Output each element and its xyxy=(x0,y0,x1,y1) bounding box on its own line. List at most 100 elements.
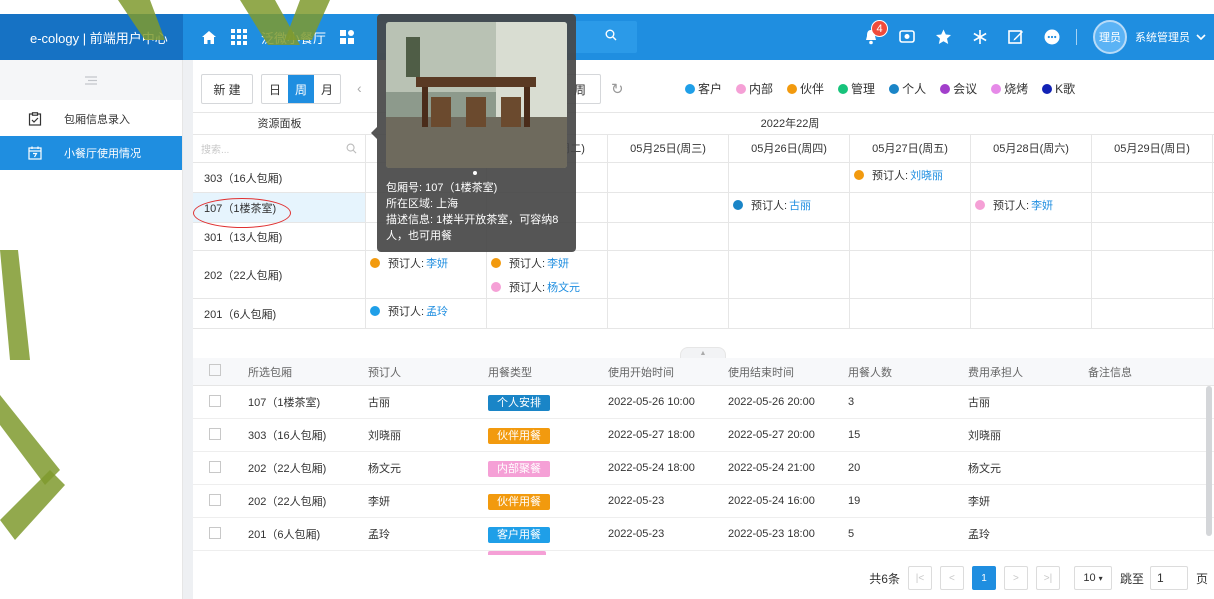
calendar-cell[interactable] xyxy=(1092,193,1213,222)
calendar-cell[interactable] xyxy=(729,223,850,250)
booker-name[interactable]: 孟玲 xyxy=(426,303,448,319)
legend-item[interactable]: 管理 xyxy=(838,80,875,97)
booker-name[interactable]: 杨文元 xyxy=(547,279,580,295)
booker-name[interactable]: 李妍 xyxy=(1031,197,1053,213)
calendar-cell[interactable] xyxy=(1092,251,1213,298)
more-chat-icon[interactable] xyxy=(1044,29,1060,45)
table-row[interactable]: 202（22人包厢) 李妍 伙伴用餐 2022-05-23 2022-05-24 16:… xyxy=(193,485,1214,518)
table-scrollbar[interactable] xyxy=(1206,386,1212,536)
col-end-time[interactable]: 使用结束时间 xyxy=(728,364,848,380)
calendar-cell[interactable] xyxy=(608,223,729,250)
calendar-cell[interactable] xyxy=(729,299,850,328)
calendar-cell[interactable] xyxy=(971,299,1092,328)
view-day-button[interactable]: 日 xyxy=(262,75,288,103)
row-checkbox[interactable] xyxy=(209,460,221,473)
resource-name[interactable]: 201（6人包厢) xyxy=(193,299,366,328)
table-row[interactable]: 201（6人包厢) 孟玲 客户用餐 2022-05-23 2022-05-23 18:0… xyxy=(193,518,1214,551)
booker-name[interactable]: 李妍 xyxy=(547,255,569,271)
booking-event[interactable]: 预订人: 刘晓丽 xyxy=(854,163,970,187)
legend-item[interactable]: 客户 xyxy=(685,80,722,97)
calendar-cell[interactable]: 预订人: 李妍 xyxy=(971,193,1092,222)
calendar-cell[interactable] xyxy=(608,193,729,222)
row-checkbox[interactable] xyxy=(209,526,221,539)
scan-icon[interactable] xyxy=(899,29,915,45)
resource-name[interactable]: 202（22人包厢) xyxy=(193,251,366,298)
edit-icon[interactable] xyxy=(1008,29,1024,45)
calendar-cell[interactable] xyxy=(1092,163,1213,192)
search-icon[interactable] xyxy=(605,29,617,44)
calendar-cell[interactable] xyxy=(850,251,971,298)
row-checkbox[interactable] xyxy=(209,394,221,407)
booking-event[interactable]: 预订人: 孟玲 xyxy=(370,299,486,323)
col-booker[interactable]: 预订人 xyxy=(368,364,488,380)
calendar-cell[interactable] xyxy=(608,251,729,298)
col-payer[interactable]: 费用承担人 xyxy=(968,364,1088,380)
calendar-cell[interactable]: 预订人: 李妍 xyxy=(366,251,487,298)
page-button-current[interactable]: 1 xyxy=(971,566,996,590)
col-start-time[interactable]: 使用开始时间 xyxy=(608,364,728,380)
calendar-cell[interactable] xyxy=(487,299,608,328)
prev-week-icon[interactable]: ‹ xyxy=(357,80,362,96)
legend-item[interactable]: 会议 xyxy=(940,80,977,97)
calendar-cell[interactable] xyxy=(608,163,729,192)
calendar-cell[interactable] xyxy=(971,163,1092,192)
table-row[interactable]: 303（16人包厢) 刘晓丽 伙伴用餐 2022-05-27 18:00 2022-05… xyxy=(193,419,1214,452)
select-all-checkbox[interactable] xyxy=(209,364,221,376)
booker-name[interactable]: 古丽 xyxy=(789,197,811,213)
home-icon[interactable] xyxy=(201,30,217,45)
app-grid-icon[interactable] xyxy=(231,29,247,45)
calendar-cell[interactable] xyxy=(1092,223,1213,250)
settings-snowflake-icon[interactable] xyxy=(972,29,988,45)
calendar-cell[interactable]: 预订人: 古丽 xyxy=(729,193,850,222)
favorite-star-icon[interactable] xyxy=(935,29,952,45)
notification-bell-icon[interactable]: 4 xyxy=(863,20,888,45)
refresh-icon[interactable]: ↻ xyxy=(611,80,624,98)
calendar-cell[interactable] xyxy=(850,193,971,222)
calendar-cell[interactable] xyxy=(850,223,971,250)
col-note[interactable]: 备注信息 xyxy=(1088,364,1214,380)
booking-event[interactable]: 预订人: 李妍 xyxy=(370,251,486,275)
carousel-dot[interactable] xyxy=(473,171,477,175)
calendar-cell[interactable]: 预订人: 刘晓丽 xyxy=(850,163,971,192)
next-page-button[interactable]: > xyxy=(1003,566,1028,590)
table-row[interactable]: 107（1楼茶室) 古丽 个人安排 2022-05-26 10:00 2022-05-2… xyxy=(193,386,1214,419)
legend-item[interactable]: 烧烤 xyxy=(991,80,1028,97)
booking-event[interactable]: 预订人: 李妍 xyxy=(975,193,1091,217)
row-checkbox[interactable] xyxy=(209,427,221,440)
calendar-cell[interactable] xyxy=(850,299,971,328)
calendar-cell[interactable] xyxy=(608,299,729,328)
col-room[interactable]: 所选包厢 xyxy=(248,364,368,380)
module-title[interactable]: 泛微小餐厅 xyxy=(261,28,326,47)
booking-event[interactable]: 预订人: 杨文元 xyxy=(491,275,607,299)
legend-item[interactable]: 伙伴 xyxy=(787,80,824,97)
legend-item[interactable]: K歌 xyxy=(1042,80,1075,97)
view-month-button[interactable]: 月 xyxy=(314,75,340,103)
prev-page-button[interactable]: < xyxy=(939,566,964,590)
last-page-button[interactable]: >| xyxy=(1035,566,1060,590)
row-checkbox[interactable] xyxy=(209,493,221,506)
new-button[interactable]: 新 建 xyxy=(201,74,253,104)
page-size-select[interactable]: 10 ▾ xyxy=(1073,566,1112,590)
booking-event[interactable]: 预订人: 李妍 xyxy=(491,251,607,275)
legend-item[interactable]: 个人 xyxy=(889,80,926,97)
calendar-cell[interactable]: 预订人: 孟玲 xyxy=(366,299,487,328)
avatar[interactable]: 理员 xyxy=(1093,20,1127,54)
sidebar-item-room-entry[interactable]: 包厢信息录入 xyxy=(0,102,182,136)
booker-name[interactable]: 刘晓丽 xyxy=(910,167,943,183)
table-row[interactable]: 202（22人包厢) 杨文元 内部聚餐 2022-05-24 18:00 2022-05… xyxy=(193,452,1214,485)
sidebar-collapse-toggle[interactable] xyxy=(0,60,182,100)
calendar-cell[interactable] xyxy=(971,251,1092,298)
calendar-cell[interactable]: 预订人: 李妍 预订人: 杨文元 xyxy=(487,251,608,298)
resource-name[interactable]: 301（13人包厢) xyxy=(193,223,366,250)
calendar-cell[interactable] xyxy=(729,163,850,192)
resource-name[interactable]: 303（16人包厢) xyxy=(193,163,366,192)
col-people[interactable]: 用餐人数 xyxy=(848,364,968,380)
menu-collapse-icon[interactable] xyxy=(85,75,97,85)
search-icon[interactable] xyxy=(346,143,357,154)
view-week-button[interactable]: 周 xyxy=(288,75,314,103)
user-name[interactable]: 系统管理员 xyxy=(1135,29,1190,45)
calendar-cell[interactable] xyxy=(729,251,850,298)
jump-page-input[interactable]: 1 xyxy=(1149,566,1188,590)
legend-item[interactable]: 内部 xyxy=(736,80,773,97)
brand-title[interactable]: e-cology | 前端用户中心 xyxy=(0,14,183,60)
